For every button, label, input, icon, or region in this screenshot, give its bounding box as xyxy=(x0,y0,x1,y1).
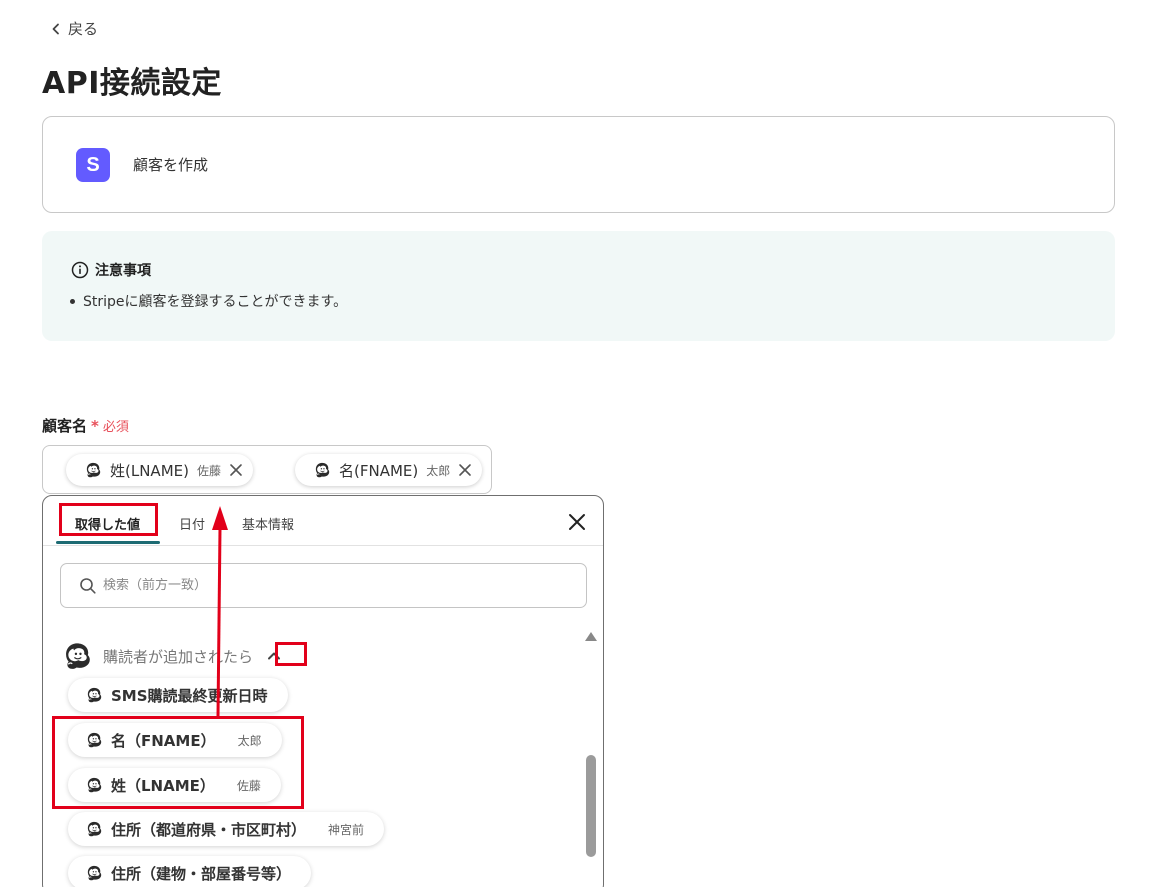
notice-item-text: Stripeに顧客を登録することができます。 xyxy=(83,294,348,310)
item-value: 佐藤 xyxy=(236,778,261,793)
chip-value: 太郎 xyxy=(426,463,451,478)
item-label: 名（FNAME） xyxy=(111,731,216,750)
tab-basic-info[interactable]: 基本情報 xyxy=(242,514,294,533)
chevron-left-icon xyxy=(52,23,59,34)
chevron-up-icon[interactable] xyxy=(265,647,283,665)
picker-tabs: 取得した値 日付 基本情報 xyxy=(43,496,603,546)
item-value: 太郎 xyxy=(237,733,262,748)
list-item[interactable]: SMS購読最終更新日時 xyxy=(68,678,288,712)
list-item[interactable]: 住所（建物・部屋番号等） xyxy=(68,856,312,887)
list-item[interactable]: 姓（LNAME） 佐藤 xyxy=(68,768,281,802)
value-chip[interactable]: 名(FNAME) 太郎 xyxy=(295,454,483,486)
item-label: 姓（LNAME） xyxy=(111,776,215,795)
tab-date[interactable]: 日付 xyxy=(179,514,205,533)
mailchimp-icon xyxy=(85,864,103,882)
app-action-card: S 顧客を作成 xyxy=(42,116,1115,213)
mailchimp-icon xyxy=(85,820,103,838)
active-tab-indicator xyxy=(56,541,160,544)
chip-label: 姓(LNAME) xyxy=(110,461,189,480)
notice-heading-text: 注意事項 xyxy=(95,263,151,279)
required-text: 必須 xyxy=(102,420,129,435)
action-name: 顧客を作成 xyxy=(133,156,209,174)
remove-icon[interactable] xyxy=(229,463,243,477)
chip-value: 佐藤 xyxy=(196,463,221,478)
list-item[interactable]: 住所（都道府県・市区町村） 神宮前 xyxy=(68,812,385,846)
page-title: API接続設定 xyxy=(42,66,222,101)
search-input[interactable] xyxy=(103,578,543,593)
list-item[interactable]: 名（FNAME） 太郎 xyxy=(68,723,282,757)
mailchimp-icon xyxy=(85,731,103,749)
chip-label: 名(FNAME) xyxy=(339,461,419,480)
mailchimp-icon xyxy=(85,776,103,794)
item-label: SMS購読最終更新日時 xyxy=(111,686,268,705)
search-icon xyxy=(80,577,96,594)
close-icon[interactable] xyxy=(567,512,587,532)
notice-heading: 注意事項 xyxy=(71,260,151,280)
mailchimp-icon xyxy=(84,461,102,479)
scroll-up-arrow[interactable] xyxy=(585,632,597,641)
bullet xyxy=(70,298,75,304)
value-chip[interactable]: 姓(LNAME) 佐藤 xyxy=(66,454,253,486)
mailchimp-icon xyxy=(61,640,93,672)
mailchimp-icon xyxy=(313,461,331,479)
required-star: * xyxy=(91,416,99,435)
tab-obtained-values[interactable]: 取得した値 xyxy=(75,514,140,533)
group-title: 購読者が追加されたら xyxy=(103,647,254,666)
stripe-logo: S xyxy=(76,148,110,182)
notice-item: Stripeに顧客を登録することができます。 xyxy=(70,291,347,311)
search-field[interactable] xyxy=(60,563,587,608)
customer-name-input[interactable]: 姓(LNAME) 佐藤 名(FNAME) 太郎 xyxy=(42,445,492,494)
customer-name-label: 顧客名 * 必須 xyxy=(42,415,129,436)
scrollbar-thumb[interactable] xyxy=(586,755,596,857)
mailchimp-icon xyxy=(85,686,103,704)
back-label: 戻る xyxy=(68,20,99,38)
item-value: 神宮前 xyxy=(328,822,365,837)
item-label: 住所（建物・部屋番号等） xyxy=(111,864,292,883)
back-link[interactable]: 戻る xyxy=(50,18,98,39)
info-icon xyxy=(71,261,89,279)
notice-box: 注意事項 Stripeに顧客を登録することができます。 xyxy=(42,231,1115,341)
item-label: 住所（都道府県・市区町村） xyxy=(111,820,307,839)
value-picker-panel: 取得した値 日付 基本情報 購読者が追加されたら SMS購読最終更新日時 名（F… xyxy=(42,495,604,887)
remove-icon[interactable] xyxy=(458,463,472,477)
trigger-group-header[interactable]: 購読者が追加されたら xyxy=(61,640,283,672)
field-label-text: 顧客名 xyxy=(42,417,88,435)
